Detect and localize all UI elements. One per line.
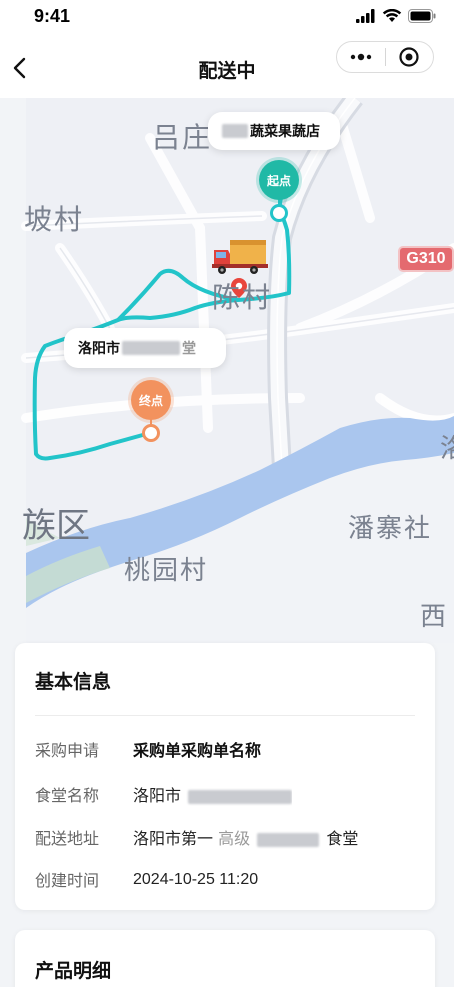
- canteen-name: 洛阳市: [133, 786, 182, 805]
- info-row-created-time: 创建时间 2024-10-25 11:20: [35, 867, 415, 891]
- end-marker[interactable]: 终点: [131, 380, 171, 420]
- basic-info-card: 基本信息 采购申请 采购单采购单名称 食堂名称 洛阳市 配送地址 洛阳市第一 高…: [15, 643, 435, 910]
- end-location-name: 洛阳市: [78, 341, 120, 357]
- status-bar: 9:41: [0, 0, 454, 36]
- end-point-dot: [142, 424, 160, 442]
- map-label-edge: 洛: [440, 428, 454, 465]
- map-label-pocun: 坡村: [24, 203, 85, 236]
- highway-badge: G310: [398, 246, 454, 272]
- info-value: 洛阳市: [133, 782, 293, 806]
- info-label: 食堂名称: [35, 786, 100, 805]
- start-point-dot: [270, 204, 288, 222]
- product-detail-title: 产品明细: [35, 960, 112, 982]
- map-canvas: [0, 98, 454, 643]
- info-value: 洛阳市第一 高级 食堂: [133, 825, 358, 849]
- more-dots-icon: [350, 53, 371, 61]
- end-location-suffix: 堂: [182, 341, 196, 357]
- info-label: 配送地址: [35, 829, 100, 848]
- status-icons: [356, 9, 436, 23]
- start-location-bubble[interactable]: 蔬菜果蔬店: [208, 112, 340, 150]
- info-label: 创建时间: [35, 871, 100, 890]
- redacted-text: [222, 124, 248, 138]
- delivery-truck-icon: [212, 240, 268, 274]
- target-circle-icon: [399, 47, 419, 67]
- product-detail-card: 产品明细: [15, 930, 435, 987]
- nav-bar: 配送中: [0, 36, 454, 98]
- more-button[interactable]: [337, 42, 385, 72]
- wifi-icon: [382, 9, 402, 22]
- mini-program-capsule: [336, 41, 434, 73]
- redacted-text: [188, 789, 293, 804]
- info-value: 2024-10-25 11:20: [133, 869, 258, 889]
- address-end: 食堂: [326, 829, 359, 848]
- redacted-text: [122, 341, 180, 355]
- start-marker[interactable]: 起点: [259, 160, 299, 200]
- signal-icon: [356, 9, 375, 23]
- map-label-panzhai: 潘寨社: [348, 514, 433, 544]
- card-divider: [35, 715, 415, 716]
- map-label-chencun: 陈村: [212, 281, 273, 314]
- info-row-purchase: 采购申请 采购单采购单名称: [35, 737, 415, 761]
- info-row-address: 配送地址 洛阳市第一 高级 食堂: [35, 825, 415, 849]
- end-location-bubble[interactable]: 洛阳市 堂: [64, 328, 226, 368]
- battery-icon: [408, 9, 436, 23]
- info-value: 采购单采购单名称: [133, 741, 262, 760]
- end-marker-label: 终点: [138, 393, 163, 408]
- redacted-text: [257, 832, 320, 847]
- close-mini-program-button[interactable]: [385, 42, 433, 72]
- map-label-lvzhuang: 吕庄: [152, 121, 213, 154]
- start-marker-label: 起点: [266, 173, 291, 188]
- created-time: 2024-10-25 11:20: [133, 871, 259, 888]
- address-middle: 高级: [218, 829, 251, 848]
- map-label-taoyuancun: 桃园村: [124, 556, 209, 586]
- address-head: 洛阳市第一: [133, 829, 214, 848]
- info-label: 采购申请: [35, 741, 100, 760]
- map-label-zuqu: 族区: [22, 506, 90, 546]
- basic-info-title: 基本信息: [35, 671, 112, 693]
- info-row-canteen: 食堂名称 洛阳市: [35, 782, 415, 806]
- start-location-name: 蔬菜果蔬店: [250, 124, 320, 140]
- map-label-xi: 西: [420, 602, 449, 632]
- delivery-map[interactable]: 吕庄 坡村 陈村 族区 桃园村 潘寨社 西 洛 G310 蔬菜果蔬店 起点 洛阳…: [0, 98, 454, 643]
- status-time: 9:41: [34, 6, 71, 26]
